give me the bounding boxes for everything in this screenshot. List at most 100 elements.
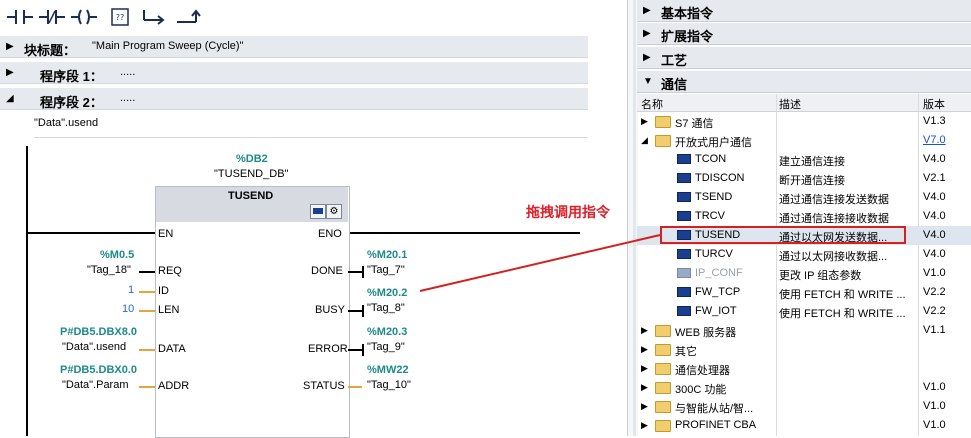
addr-tag[interactable]: "Data".Param (62, 379, 129, 391)
instruction-row[interactable]: IP_CONF 更改 IP 组态参数 V1.0 (637, 264, 971, 283)
expand-arrow-icon[interactable]: ▶ (643, 28, 651, 39)
block-title-bar[interactable]: ▶ 块标题： "Main Program Sweep (Cycle)" (0, 36, 588, 58)
data-tag[interactable]: "Data".usend (62, 341, 126, 353)
status-address[interactable]: %MW22 (367, 364, 409, 376)
instruction-row[interactable]: TSEND 通过通信连接发送数据 V4.0 (637, 188, 971, 207)
pin-status: STATUS (303, 380, 345, 392)
row-version: V1.0 (923, 381, 946, 393)
column-version-header[interactable]: 版本 (923, 96, 945, 112)
done-address[interactable]: %M20.1 (367, 249, 407, 261)
instruction-row[interactable]: TCON 建立通信连接 V4.0 (637, 150, 971, 169)
row-version: V4.0 (923, 191, 946, 203)
collapse-arrow-icon[interactable]: ◢ (641, 135, 648, 146)
pin-addr: ADDR (158, 380, 190, 392)
category-label: 扩展指令 (661, 29, 714, 44)
instruction-row[interactable]: TDISCON 断开通信连接 V2.1 (637, 169, 971, 188)
expand-arrow-icon[interactable]: ▶ (641, 382, 648, 393)
pin-req: REQ (158, 265, 182, 277)
row-version[interactable]: V7.0 (923, 134, 946, 146)
tree-folder-row[interactable]: ▶ 300C 功能 V1.0 (637, 378, 971, 397)
expand-arrow-icon[interactable]: ▶ (641, 116, 648, 127)
row-name: 300C 功能 (675, 384, 727, 396)
tree-folder-row[interactable]: ▶ WEB 服务器 V1.1 (637, 321, 971, 340)
row-description: 断开通信连接 (779, 175, 845, 187)
tree-folder-row[interactable]: ▶ 与智能从站/智... V1.0 (637, 397, 971, 416)
expand-arrow-icon[interactable]: ▶ (6, 41, 14, 52)
addr-address[interactable]: P#DB5.DBX0.0 (60, 364, 137, 376)
instruction-row[interactable]: TRCV 通过通信连接接收数据 V4.0 (637, 207, 971, 226)
expand-arrow-icon[interactable]: ▶ (643, 5, 651, 16)
column-name-header[interactable]: 名称 (641, 96, 663, 112)
pin-eno: ENO (318, 228, 342, 240)
network-2-bar[interactable]: ◢ 程序段 2： ..... (0, 88, 588, 110)
collapse-arrow-icon[interactable]: ◢ (6, 93, 14, 104)
folder-icon (655, 420, 671, 432)
busy-address[interactable]: %M20.2 (367, 287, 407, 299)
req-address[interactable]: %M0.5 (100, 249, 134, 261)
nc-contact-icon[interactable] (38, 6, 66, 28)
done-tag[interactable]: "Tag_7" (367, 264, 405, 276)
expand-arrow-icon[interactable]: ▶ (641, 344, 648, 355)
row-description: 使用 FETCH 和 WRITE ... (779, 289, 906, 301)
instruction-row[interactable]: TURCV 通过以太网接收数据... V4.0 (637, 245, 971, 264)
wire (139, 271, 155, 273)
category-basic[interactable]: ▶ 基本指令 (637, 0, 971, 22)
wire (348, 386, 362, 388)
network-1-comment[interactable]: ..... (120, 66, 135, 78)
status-tag[interactable]: "Tag_10" (367, 379, 411, 391)
panel-splitter-edge (633, 0, 636, 436)
no-contact-icon[interactable] (6, 6, 34, 28)
row-description: 建立通信连接 (779, 156, 845, 168)
expand-arrow-icon[interactable]: ▶ (641, 401, 648, 412)
collapse-arrow-icon[interactable]: ▼ (643, 76, 653, 87)
tree-folder-row[interactable]: ▶ 通信处理器 (637, 359, 971, 378)
column-description-header[interactable]: 描述 (779, 96, 801, 112)
close-branch-icon[interactable] (174, 6, 202, 28)
category-technology[interactable]: ▶ 工艺 (637, 47, 971, 69)
id-value[interactable]: 1 (128, 284, 134, 296)
open-branch-icon[interactable] (140, 6, 168, 28)
error-tag[interactable]: "Tag_9" (367, 341, 405, 353)
expand-arrow-icon[interactable]: ▶ (643, 52, 651, 63)
block-title-value[interactable]: "Main Program Sweep (Cycle)" (92, 40, 243, 52)
expand-arrow-icon[interactable]: ▶ (641, 363, 648, 374)
row-name: IP_CONF (695, 267, 743, 279)
wire (139, 310, 155, 312)
row-version: V2.1 (923, 172, 946, 184)
power-rail (26, 146, 28, 436)
len-value[interactable]: 10 (122, 303, 134, 315)
block-monitor-icon[interactable] (310, 204, 326, 219)
network-1-bar[interactable]: ▶ 程序段 1： ..... (0, 62, 588, 84)
tree-folder-row[interactable]: ▶ PROFINET CBA V1.0 (637, 416, 971, 435)
row-version: V1.3 (923, 115, 946, 127)
coil-icon[interactable] (70, 6, 98, 28)
expand-arrow-icon[interactable]: ▶ (641, 325, 648, 336)
busy-tag[interactable]: "Tag_8" (367, 302, 405, 314)
instance-db-name[interactable]: "TUSEND_DB" (214, 168, 288, 180)
category-communication[interactable]: ▼ 通信 (637, 71, 971, 93)
tree-folder-row[interactable]: ◢ 开放式用户通信 V7.0 (637, 131, 971, 150)
block-settings-icon[interactable]: ⚙ (326, 204, 342, 219)
expand-arrow-icon[interactable]: ▶ (641, 420, 648, 431)
folder-icon (655, 401, 671, 413)
row-name: WEB 服务器 (675, 327, 737, 339)
network-2-comment[interactable]: ..... (120, 92, 135, 104)
req-tag[interactable]: "Tag_18" (87, 264, 131, 276)
instruction-row[interactable]: FW_IOT 使用 FETCH 和 WRITE ... V2.2 (637, 302, 971, 321)
expand-arrow-icon[interactable]: ▶ (6, 67, 14, 78)
tree-folder-row[interactable]: ▶ 其它 (637, 340, 971, 359)
tree-folder-row[interactable]: ▶ S7 通信 V1.3 (637, 112, 971, 131)
folder-icon (655, 363, 671, 375)
instruction-block-icon (677, 173, 691, 183)
row-name: TDISCON (695, 172, 745, 184)
instruction-row[interactable]: FW_TCP 使用 FETCH 和 WRITE ... V2.2 (637, 283, 971, 302)
error-address[interactable]: %M20.3 (367, 326, 407, 338)
category-extended[interactable]: ▶ 扩展指令 (637, 23, 971, 45)
pin-done: DONE (311, 265, 343, 277)
data-address[interactable]: P#DB5.DBX8.0 (60, 326, 137, 338)
pin-error: ERROR (308, 343, 348, 355)
instance-db-address[interactable]: %DB2 (236, 153, 268, 165)
network-2-comment-text[interactable]: "Data".usend (34, 117, 98, 129)
empty-box-icon[interactable]: ?? (106, 6, 134, 28)
instruction-block-icon (677, 287, 691, 297)
